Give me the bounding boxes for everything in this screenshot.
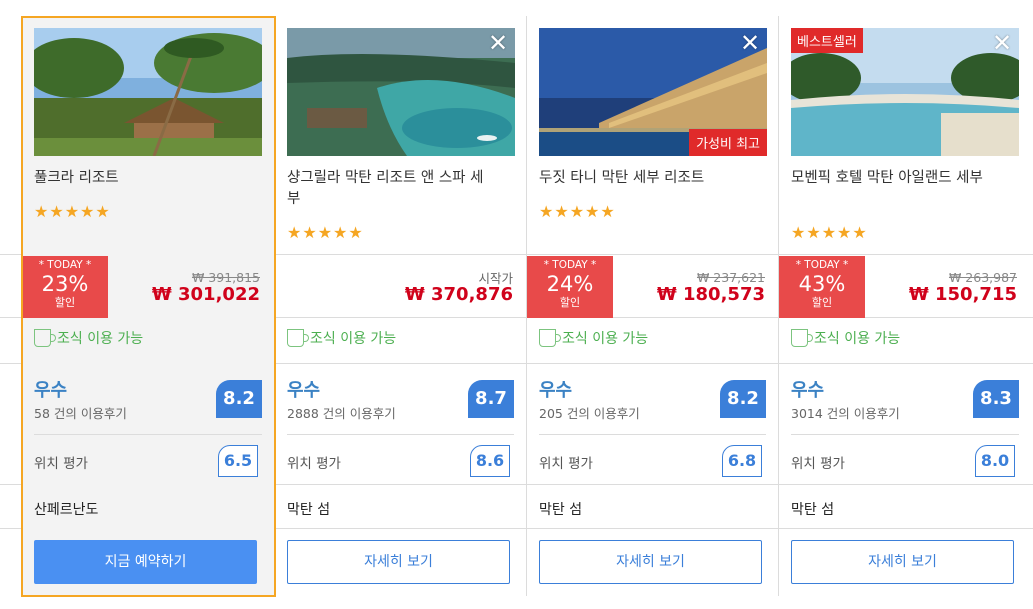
coffee-cup-icon [34, 329, 56, 347]
discount-word: 할인 [54, 296, 76, 309]
review-score-badge: 8.2 [720, 380, 766, 418]
discount-percent: 43% [798, 272, 846, 296]
review-count[interactable]: 3014 건의 이용후기 [791, 403, 900, 422]
close-icon[interactable]: ✕ [991, 31, 1013, 55]
hotel-photo[interactable]: ✕ 가성비 최고 [539, 28, 767, 156]
price-area: * TODAY * 23% 할인 ₩ 391,815 ₩ 301,022 [22, 256, 274, 318]
location-rating-label: 위치 평가 [539, 456, 593, 472]
book-now-button[interactable]: 지금 예약하기 [34, 540, 257, 584]
hotel-photo[interactable]: 베스트셀러 ✕ [791, 28, 1019, 156]
review-count[interactable]: 2888 건의 이용후기 [287, 403, 396, 422]
discount-word: 할인 [559, 296, 581, 309]
breakfast-label: 조식 이용 가능 [814, 331, 901, 347]
location-rating-label: 위치 평가 [287, 456, 341, 472]
view-details-button[interactable]: 자세히 보기 [539, 540, 762, 584]
today-label: * TODAY * [543, 259, 597, 271]
location-score-badge: 6.8 [722, 445, 762, 477]
sale-price: ₩ 180,573 [656, 284, 765, 305]
today-label: * TODAY * [795, 259, 849, 271]
coffee-cup-icon [791, 329, 813, 347]
hotel-photo[interactable] [34, 28, 262, 156]
location-rating-label: 위치 평가 [791, 456, 845, 472]
review-score-badge: 8.7 [468, 380, 514, 418]
location-score-badge: 6.5 [218, 445, 258, 477]
breakfast-label: 조식 이용 가능 [57, 331, 144, 347]
star-rating: ★★★★★ [791, 223, 868, 242]
hotel-area: 막탄 섬 [287, 502, 331, 518]
divider [287, 434, 514, 435]
breakfast-label: 조식 이용 가능 [310, 331, 397, 347]
star-rating: ★★★★★ [287, 223, 364, 242]
hotel-name[interactable]: 두짓 타니 막탄 세부 리조트 [539, 168, 744, 189]
coffee-cup-icon [287, 329, 309, 347]
hotel-photo[interactable]: ✕ [287, 28, 515, 156]
review-score-badge: 8.3 [973, 380, 1019, 418]
today-label: * TODAY * [38, 259, 92, 271]
location-score-badge: 8.0 [975, 445, 1015, 477]
original-price: ₩ 391,815 [191, 270, 260, 285]
close-icon[interactable]: ✕ [487, 31, 509, 55]
review-count[interactable]: 58 건의 이용후기 [34, 403, 127, 422]
price-area: 시작가 ₩ 370,876 [275, 256, 527, 318]
today-discount-badge: * TODAY * 24% 할인 [527, 256, 613, 318]
hotel-name[interactable]: 풀크라 리조트 [34, 168, 239, 189]
review-score-badge: 8.2 [216, 380, 262, 418]
divider [791, 434, 1019, 435]
view-details-button[interactable]: 자세히 보기 [287, 540, 510, 584]
hotel-area: 산페르난도 [34, 502, 99, 518]
breakfast-label: 조식 이용 가능 [562, 331, 649, 347]
breakfast-info: 조식 이용 가능 [287, 328, 396, 348]
rating-word: 우수 [34, 380, 68, 401]
hotel-name[interactable]: 모벤픽 호텔 막탄 아일랜드 세부 [791, 168, 996, 189]
original-price: ₩ 263,987 [948, 270, 1017, 285]
bestseller-badge: 베스트셀러 [791, 28, 863, 53]
hotel-card[interactable]: ✕ 가성비 최고 두짓 타니 막탄 세부 리조트 ★★★★★ * TODAY *… [527, 16, 779, 596]
price-area: * TODAY * 24% 할인 ₩ 237,621 ₩ 180,573 [527, 256, 779, 318]
today-discount-badge: * TODAY * 43% 할인 [779, 256, 865, 318]
star-rating: ★★★★★ [34, 202, 111, 221]
view-details-button[interactable]: 자세히 보기 [791, 540, 1014, 584]
close-icon[interactable]: ✕ [739, 31, 761, 55]
breakfast-info: 조식 이용 가능 [791, 328, 900, 348]
discount-word: 할인 [811, 296, 833, 309]
divider [539, 434, 766, 435]
breakfast-info: 조식 이용 가능 [539, 328, 648, 348]
discount-percent: 24% [546, 272, 594, 296]
rating-word: 우수 [539, 380, 573, 401]
sale-price: ₩ 150,715 [908, 284, 1017, 305]
breakfast-info: 조식 이용 가능 [34, 328, 143, 348]
discount-percent: 23% [41, 272, 89, 296]
original-price: ₩ 237,621 [696, 270, 765, 285]
best-value-badge: 가성비 최고 [689, 129, 767, 156]
hotel-card[interactable]: 베스트셀러 ✕ 모벤픽 호텔 막탄 아일랜드 세부 ★★★★★ * TODAY … [779, 16, 1031, 596]
hotel-card[interactable]: 풀크라 리조트 ★★★★★ * TODAY * 23% 할인 ₩ 391,815… [22, 16, 274, 596]
location-score-badge: 8.6 [470, 445, 510, 477]
sale-price: ₩ 370,876 [404, 284, 513, 305]
rating-word: 우수 [791, 380, 825, 401]
hotel-name[interactable]: 샹그릴라 막탄 리조트 앤 스파 세부 [287, 168, 492, 210]
hotel-card[interactable]: ✕ 샹그릴라 막탄 리조트 앤 스파 세부 ★★★★★ 시작가 ₩ 370,87… [275, 16, 527, 596]
divider [34, 434, 262, 435]
coffee-cup-icon [539, 329, 561, 347]
today-discount-badge: * TODAY * 23% 할인 [22, 256, 108, 318]
price-area: * TODAY * 43% 할인 ₩ 263,987 ₩ 150,715 [779, 256, 1031, 318]
hotel-area: 막탄 섬 [539, 502, 583, 518]
hotel-area: 막탄 섬 [791, 502, 835, 518]
review-count[interactable]: 205 건의 이용후기 [539, 403, 640, 422]
location-rating-label: 위치 평가 [34, 456, 88, 472]
rating-word: 우수 [287, 380, 321, 401]
star-rating: ★★★★★ [539, 202, 616, 221]
sale-price: ₩ 301,022 [151, 284, 260, 305]
